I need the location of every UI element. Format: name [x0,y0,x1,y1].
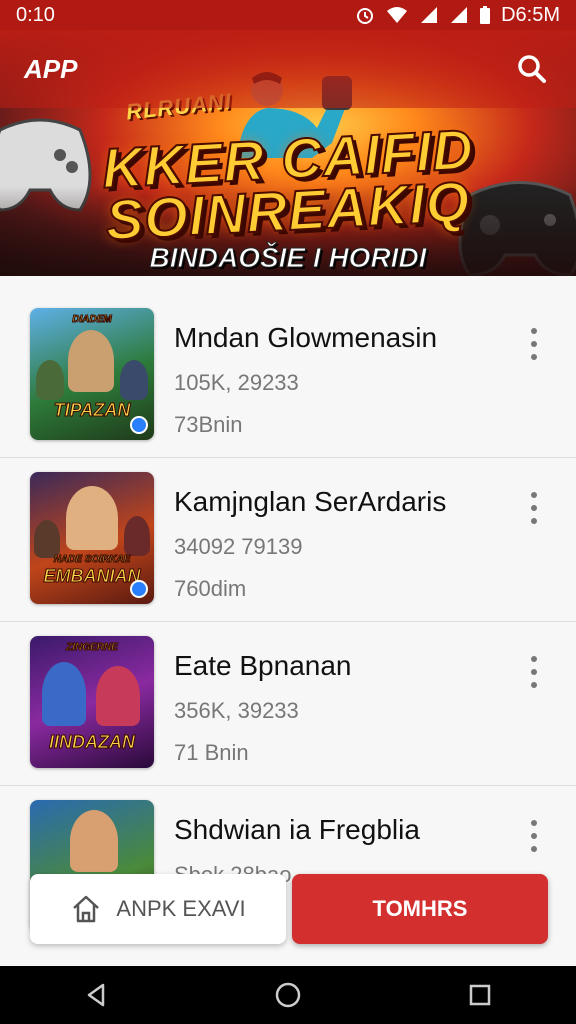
home-icon [275,982,301,1008]
more-options-button[interactable] [524,328,544,360]
battery-icon [480,6,491,24]
app-thumbnail[interactable]: NADE SOIRKAE EMBANIAN [30,472,154,604]
apk-exam-label: ANPK EXAVI [116,896,246,921]
more-options-button[interactable] [524,820,544,852]
app-title[interactable]: Kamjnglan SerArdaris [174,486,446,518]
thumb-kicker: ZINGERNE [66,642,119,654]
character-figure [36,360,64,400]
signal-icon-2 [451,7,468,23]
character-figure [68,330,114,392]
app-title[interactable]: Shdwian ia Fregblia [174,814,420,846]
app-thumbnail[interactable]: ZINGERNE IINDAZAN [30,636,154,768]
app-size: 760dim [174,576,247,601]
app-bar: APP [0,30,576,108]
status-time: 0:10 [16,3,55,26]
app-meta: 105K, 29233 [174,370,299,395]
recents-icon [469,984,491,1006]
app-label[interactable]: APP [24,54,77,85]
home-button[interactable] [258,966,318,1024]
verified-badge-icon [130,580,148,598]
character-figure [34,520,60,558]
app-meta: 34092 79139 [174,534,303,559]
app-list-area: DIADEM TIPAZAN Mndan Glowmenasin 105K, 2… [0,276,576,966]
wifi-icon [387,7,408,23]
app-thumbnail[interactable]: DIADEM TIPAZAN [30,308,154,440]
list-item[interactable]: NADE SOIRKAE EMBANIAN Kamjnglan SerArdar… [0,458,576,622]
tomhrs-button[interactable]: TOMHRS [292,874,548,944]
recents-button[interactable] [450,966,510,1024]
app-title[interactable]: Eate Bpnanan [174,650,352,682]
status-icons: D6:5M [355,4,560,27]
character-figure [66,486,118,550]
thumb-kicker: DIADEM [72,314,112,326]
tomhrs-label: TOMHRS [372,896,468,921]
hero-subtitle: BINDAOŠIE I HORIDI [149,242,427,274]
verified-badge-icon [130,416,148,434]
character-figure [124,516,150,556]
character-figure [42,662,86,726]
character-figure [120,360,148,400]
back-icon [87,983,105,1007]
home-outline-icon [73,895,100,923]
list-item[interactable]: DIADEM TIPAZAN Mndan Glowmenasin 105K, 2… [0,294,576,458]
status-bar: 0:10 D6:5M [0,0,576,30]
app-meta: 356K, 39233 [174,698,299,723]
back-button[interactable] [66,966,126,1024]
app-size: 73Bnin [174,412,243,437]
character-figure [70,810,118,872]
app-title[interactable]: Mndan Glowmenasin [174,322,437,354]
search-icon [518,55,546,83]
alarm-icon [357,8,374,24]
thumb-label: IINDAZAN [49,732,136,753]
system-nav-bar [0,966,576,1024]
app-size: 71 Bnin [174,740,249,765]
list-item[interactable]: ZINGERNE IINDAZAN Eate Bpnanan 356K, 392… [0,622,576,786]
search-button[interactable] [512,49,552,89]
status-clock-right: D6:5M [501,3,560,26]
character-figure [96,666,140,726]
apk-exam-button[interactable]: ANPK EXAVI [30,874,286,944]
thumb-kicker: NADE SOIRKAE [53,554,131,566]
signal-icon [421,7,438,23]
bottom-action-bar: ANPK EXAVI TOMHRS [0,866,576,950]
more-options-button[interactable] [524,492,544,524]
more-options-button[interactable] [524,656,544,688]
